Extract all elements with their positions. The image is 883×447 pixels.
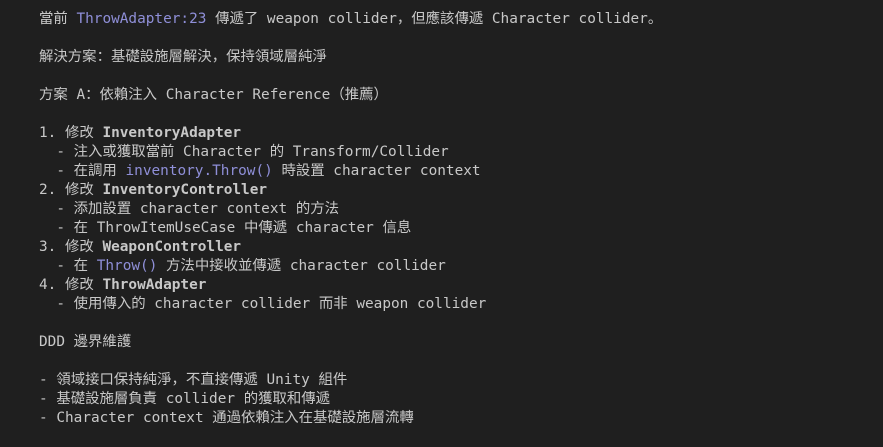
text-span: 當前	[39, 11, 77, 27]
output-line: - 基礎設施層負責 collider 的獲取和傳遞	[39, 390, 662, 409]
output-line: 4. 修改 ThrowAdapter	[39, 276, 662, 295]
output-line: - 在調用 inventory.Throw() 時設置 character co…	[39, 162, 662, 181]
text-span: - 在	[39, 258, 97, 274]
code-identifier: InventoryController	[102, 182, 268, 198]
output-line: 解決方案：基礎設施層解決，保持領域層純淨	[39, 48, 662, 67]
output-line: DDD 邊界維護	[39, 333, 662, 352]
text-span: - 在調用	[39, 163, 126, 179]
output-line: 2. 修改 InventoryController	[39, 181, 662, 200]
text-span: 傳遞了 weapon collider，但應該傳遞 Character coll…	[206, 11, 663, 27]
file-reference-link[interactable]: ThrowAdapter:23	[76, 11, 206, 27]
output-line: - 注入或獲取當前 Character 的 Transform/Collider	[39, 143, 662, 162]
code-identifier: InventoryAdapter	[102, 125, 242, 141]
output-line: - 使用傳入的 character collider 而非 weapon col…	[39, 295, 662, 314]
text-span: - 基礎設施層負責 collider 的獲取和傳遞	[39, 391, 331, 407]
text-span: 3. 修改	[39, 239, 103, 255]
text-span: - 注入或獲取當前 Character 的 Transform/Collider	[39, 144, 449, 160]
code-span: Throw()	[96, 258, 158, 274]
text-span: 2. 修改	[39, 182, 103, 198]
output-line: 方案 A：依賴注入 Character Reference（推薦）	[39, 86, 662, 105]
text-span: - 使用傳入的 character collider 而非 weapon col…	[39, 296, 487, 312]
output-line: - 在 Throw() 方法中接收並傳遞 character collider	[39, 257, 662, 276]
text-span: 時設置 character context	[272, 163, 481, 179]
output-line: 1. 修改 InventoryAdapter	[39, 124, 662, 143]
text-span: 解決方案：基礎設施層解決，保持領域層純淨	[39, 49, 327, 65]
text-span: 1. 修改	[39, 125, 103, 141]
output-line: - 領域接口保持純淨，不直接傳遞 Unity 組件	[39, 371, 662, 390]
output-line: 當前 ThrowAdapter:23 傳遞了 weapon collider，但…	[39, 10, 662, 29]
text-span: 4. 修改	[39, 277, 103, 293]
output-line: - 在 ThrowItemUseCase 中傳遞 character 信息	[39, 219, 662, 238]
output-line: 3. 修改 WeaponController	[39, 238, 662, 257]
terminal-output: 當前 ThrowAdapter:23 傳遞了 weapon collider，但…	[39, 10, 662, 428]
text-span: - 添加設置 character context 的方法	[39, 201, 340, 217]
text-span: - 在 ThrowItemUseCase 中傳遞 character 信息	[39, 220, 412, 236]
output-line: - Character context 通過依賴注入在基礎設施層流轉	[39, 409, 662, 428]
code-span: inventory.Throw()	[125, 163, 273, 179]
text-span: - Character context 通過依賴注入在基礎設施層流轉	[39, 410, 414, 426]
output-line: - 添加設置 character context 的方法	[39, 200, 662, 219]
text-span: 方法中接收並傳遞 character collider	[157, 258, 446, 274]
text-span: - 領域接口保持純淨，不直接傳遞 Unity 組件	[39, 372, 348, 388]
text-span: DDD 邊界維護	[39, 334, 132, 350]
code-identifier: ThrowAdapter	[102, 277, 207, 293]
code-identifier: WeaponController	[102, 239, 242, 255]
text-span: 方案 A：依賴注入 Character Reference（推薦）	[39, 87, 388, 103]
